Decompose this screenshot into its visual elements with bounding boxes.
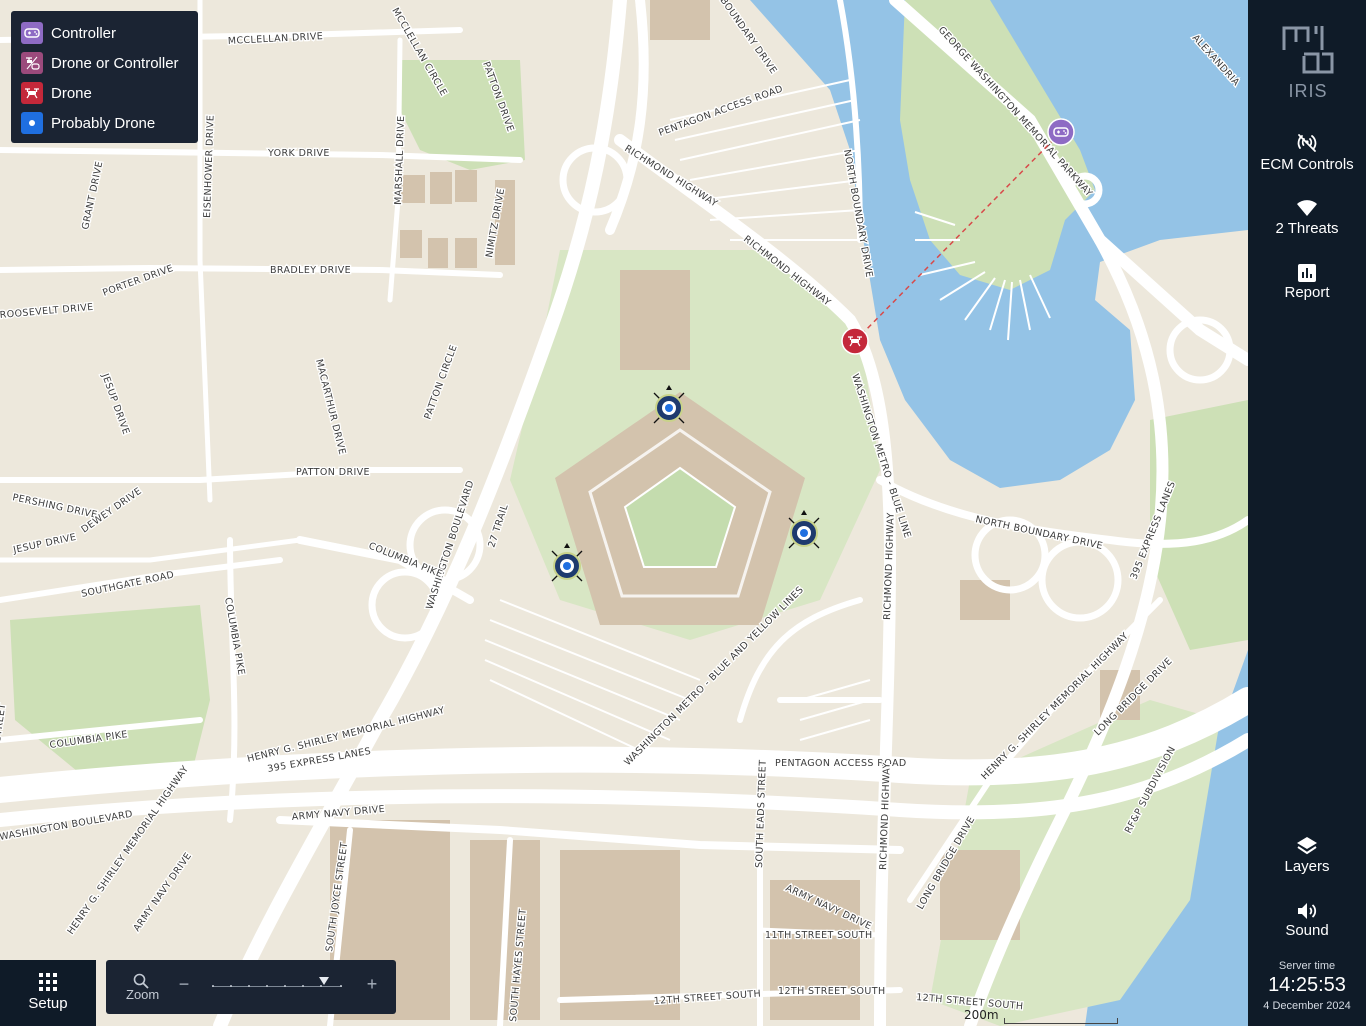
server-time: Server time 14:25:53 4 December 2024 <box>1248 960 1366 1012</box>
zoom-tick <box>266 985 268 987</box>
logo-text: IRIS <box>1288 81 1328 101</box>
legend-label: Drone or Controller <box>51 54 179 72</box>
iris-logo: IRIS <box>1278 24 1338 102</box>
gamepad-icon <box>1047 118 1075 146</box>
server-time-value: 14:25:53 <box>1268 974 1346 996</box>
report-button[interactable]: Report <box>1248 264 1366 301</box>
drone-or-controller-icon <box>21 52 43 74</box>
scale-bar: 200m <box>962 1008 1118 1026</box>
bar-chart-icon <box>1298 264 1316 282</box>
sensor-marker[interactable] <box>651 384 687 431</box>
zoom-tick <box>230 985 232 987</box>
legend-label: Controller <box>51 24 117 42</box>
threats-label: 2 Threats <box>1275 220 1339 237</box>
zoom-tick <box>248 985 250 987</box>
controller-marker[interactable] <box>1047 118 1075 151</box>
sensor-icon <box>653 385 685 424</box>
zoom-tick <box>340 985 342 987</box>
setup-label: Setup <box>28 995 68 1012</box>
scale-bar-line <box>1004 1018 1118 1024</box>
drone-icon <box>21 82 43 104</box>
grid-icon <box>39 973 57 991</box>
street-label: YORK DRIVE <box>267 148 330 159</box>
building-block <box>428 238 448 268</box>
map[interactable]: MCCLELLAN DRIVE MCCLELLAN CIRCLE PATTON … <box>0 0 1248 1026</box>
map-canvas[interactable]: MCCLELLAN DRIVE MCCLELLAN CIRCLE PATTON … <box>0 0 1248 1026</box>
zoom-label: Zoom <box>126 987 160 1002</box>
zoom-tick <box>302 985 304 987</box>
legend-item-drone: Drone <box>21 78 198 108</box>
legend-item-controller: Controller <box>21 18 198 48</box>
zoom-panel: Zoom − + <box>106 960 396 1014</box>
legend-item-probably-drone: Probably Drone <box>21 108 198 138</box>
building-block <box>455 170 477 202</box>
building-block <box>650 0 710 40</box>
drone-marker[interactable] <box>841 327 869 360</box>
wifi-icon <box>1297 200 1317 216</box>
legend-label: Probably Drone <box>51 114 156 132</box>
zoom-tick <box>284 985 286 987</box>
signal-off-icon <box>1297 134 1317 152</box>
sidebar: IRIS ECM Controls 2 Threats Report Layer… <box>1248 0 1366 1026</box>
building-block <box>430 172 452 204</box>
setup-button[interactable]: Setup <box>0 960 96 1026</box>
layers-button[interactable]: Layers <box>1248 836 1366 875</box>
speaker-icon <box>1298 903 1317 919</box>
ecm-controls-button[interactable]: ECM Controls <box>1248 132 1366 173</box>
sensor-icon <box>788 510 820 549</box>
street-label: BRADLEY DRIVE <box>270 265 351 276</box>
layers-icon <box>1297 837 1317 855</box>
street-label: 11TH STREET SOUTH <box>765 930 873 941</box>
legend-item-drone-or-controller: Drone or Controller <box>21 48 198 78</box>
sound-button[interactable]: Sound <box>1248 902 1366 939</box>
server-time-caption: Server time <box>1278 960 1336 972</box>
threats-button[interactable]: 2 Threats <box>1248 198 1366 237</box>
building-block <box>400 230 422 258</box>
scale-label: 200m <box>964 1008 999 1022</box>
sensor-marker[interactable] <box>786 509 822 556</box>
sensor-icon <box>551 543 583 582</box>
server-date-value: 4 December 2024 <box>1263 1000 1351 1012</box>
zoom-tick <box>212 985 214 987</box>
zoom-slider[interactable] <box>212 977 342 987</box>
dot-icon <box>21 112 43 134</box>
street-label: 12TH STREET SOUTH <box>778 986 886 997</box>
drone-icon <box>841 327 869 355</box>
sound-label: Sound <box>1285 922 1329 939</box>
legend: Controller Drone or Controller Drone Pro… <box>11 11 198 143</box>
building-block <box>620 270 690 370</box>
layers-label: Layers <box>1284 858 1330 875</box>
zoom-tick <box>320 985 322 987</box>
street-label: PATTON DRIVE <box>296 467 370 478</box>
building-block <box>455 238 477 268</box>
zoom-in-button[interactable]: + <box>362 974 382 998</box>
logo-mark-icon <box>1282 26 1334 74</box>
zoom-out-button[interactable]: − <box>174 974 194 998</box>
legend-label: Drone <box>51 84 92 102</box>
gamepad-icon <box>21 22 43 44</box>
zoom-slider-thumb[interactable] <box>319 977 329 985</box>
ecm-controls-label: ECM Controls <box>1260 156 1354 173</box>
report-label: Report <box>1284 284 1330 301</box>
sensor-marker[interactable] <box>549 542 585 589</box>
